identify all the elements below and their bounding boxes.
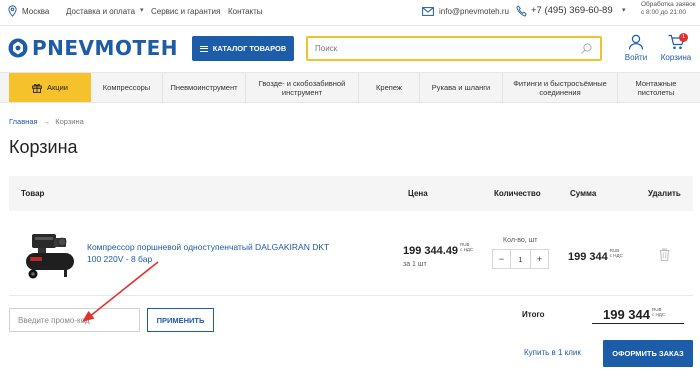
logo-text: PNEVMOTEH (32, 36, 178, 60)
top-bar: Москва Доставка и оплата ▾ Сервис и гара… (0, 0, 700, 26)
per-unit-label: за 1 шт (403, 261, 427, 268)
nav-item-hoses[interactable]: Рукава и шланги (420, 73, 503, 102)
checkout-button[interactable]: ОФОРМИТЬ ЗАКАЗ (603, 340, 693, 367)
nav-item-mounting-guns[interactable]: Монтажные пистолеты (618, 73, 694, 102)
quantity-stepper: − 1 + (492, 249, 549, 269)
catalog-label: КАТАЛОГ ТОВАРОВ (212, 44, 287, 53)
breadcrumb-current: Корзина (55, 117, 84, 126)
breadcrumb-separator: → (42, 117, 51, 126)
nav-item-compressors[interactable]: Компрессоры (91, 73, 163, 102)
catalog-button[interactable]: КАТАЛОГ ТОВАРОВ (192, 36, 294, 61)
search-input[interactable] (308, 38, 568, 59)
phone-number[interactable]: +7 (495) 369-60-89 (531, 5, 613, 16)
column-header-product: Товар (21, 189, 45, 198)
schedule-text: Обработка заявок с 8:00 до 21:00 (641, 1, 696, 17)
nav-item-nailers[interactable]: Гвозде- и скобозабивной инструмент (246, 73, 359, 102)
total-underline (592, 323, 684, 324)
row-sum: 199 344RUB с НДС (568, 247, 623, 265)
logo-icon (8, 38, 28, 58)
chevron-down-icon: ▾ (140, 7, 144, 14)
unit-price: 199 344.49RUB с НДС (403, 241, 473, 259)
unit-price-value: 199 344.49 (403, 245, 459, 257)
total-value: 199 344 RUB с НДС (603, 306, 665, 324)
topbar-link-service[interactable]: Сервис и гарантия (151, 7, 220, 16)
vat-note: с НДС (652, 312, 666, 317)
schedule-line-2: с 8:00 до 21:00 (641, 9, 686, 16)
email-link[interactable]: info@pnevmoteh.ru (439, 7, 509, 16)
currency-note: RUB с НДС (460, 242, 473, 252)
schedule-line-1: Обработка заявок (641, 1, 696, 8)
breadcrumb: Главная → Корзина (9, 117, 84, 126)
breadcrumb-home[interactable]: Главная (9, 117, 38, 126)
topbar-link-delivery[interactable]: Доставка и оплата (66, 7, 135, 16)
menu-icon (199, 45, 208, 52)
chevron-down-icon[interactable]: ▾ (622, 6, 626, 14)
vat-note: с НДС (609, 253, 623, 258)
cart-count-badge: 1 (679, 33, 688, 42)
column-header-quantity: Количество (494, 189, 541, 198)
phone-icon (516, 5, 527, 17)
category-nav: Акции Компрессоры Пневмоинструмент Гвозд… (0, 72, 700, 103)
nav-item-pneumatic-tools[interactable]: Пневмоинструмент (163, 73, 246, 102)
currency-note: RUB с НДС (652, 307, 665, 317)
column-header-delete: Удалить (648, 189, 681, 198)
nav-label: Акции (47, 83, 68, 92)
search-icon[interactable] (581, 43, 592, 54)
quantity-value[interactable]: 1 (510, 250, 531, 268)
cart-button[interactable]: 1 Корзина (656, 33, 696, 62)
cart-table-header: Товар Цена Количество Сумма Удалить (9, 176, 693, 211)
mail-icon (422, 7, 434, 16)
column-header-sum: Сумма (570, 189, 597, 198)
topbar-divider (0, 25, 700, 26)
login-label: Войти (624, 53, 648, 62)
location-pin-icon (8, 5, 17, 17)
trash-icon[interactable] (659, 248, 670, 261)
currency-note: RUB с НДС (610, 248, 623, 258)
login-button[interactable]: Войти (616, 34, 656, 62)
increase-quantity-button[interactable]: + (531, 250, 548, 268)
gift-icon (32, 83, 42, 93)
search-box (306, 36, 602, 61)
page-title: Корзина (9, 137, 78, 157)
decrease-quantity-button[interactable]: − (493, 250, 510, 268)
nav-item-fasteners[interactable]: Крепеж (359, 73, 420, 102)
vat-note: с НДС (460, 247, 474, 252)
product-image[interactable] (24, 232, 76, 280)
nav-item-promo[interactable]: Акции (9, 73, 91, 102)
quantity-label: Кол-во, шт (503, 237, 538, 244)
logo[interactable]: PNEVMOTEH (8, 36, 178, 60)
annotation-arrow (82, 261, 159, 322)
cart-label: Корзина (660, 53, 692, 62)
buy-one-click-link[interactable]: Купить в 1 клик (524, 348, 581, 357)
topbar-link-contacts[interactable]: Контакты (228, 7, 263, 16)
nav-item-fittings[interactable]: Фитинги и быстросъёмные соединения (503, 73, 618, 102)
total-amount: 199 344 (603, 307, 650, 322)
city-selector[interactable]: Москва (22, 7, 49, 16)
total-label: Итого (522, 310, 545, 319)
row-sum-value: 199 344 (568, 251, 608, 263)
user-icon (628, 34, 644, 50)
column-header-price: Цена (408, 189, 428, 198)
